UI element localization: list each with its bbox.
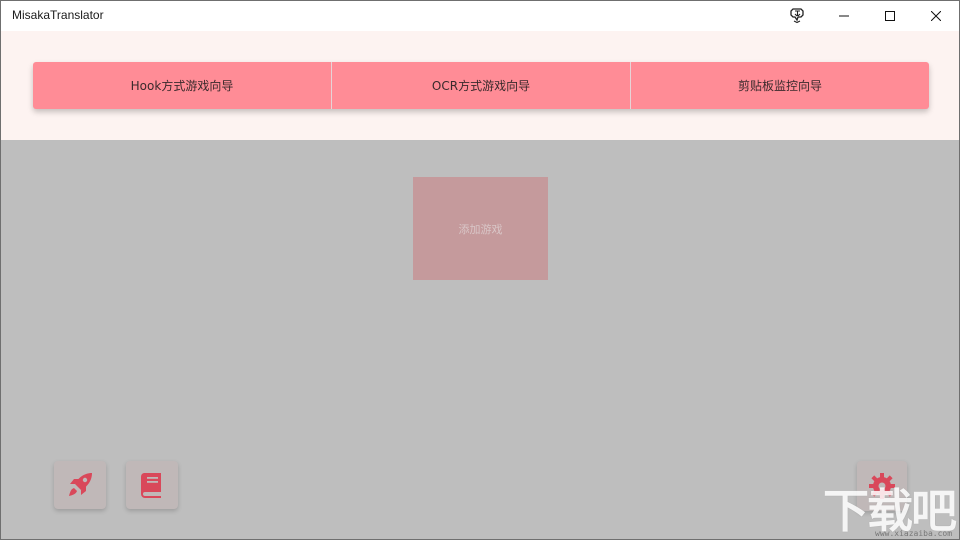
add-game-button[interactable]: 添加游戏	[413, 177, 548, 280]
launch-button[interactable]	[54, 461, 106, 509]
rocket-icon	[69, 473, 92, 496]
wizard-header: Hook方式游戏向导 OCR方式游戏向导 剪贴板监控向导	[1, 31, 959, 140]
hook-wizard-button[interactable]: Hook方式游戏向导	[33, 62, 332, 109]
game-library-area: 添加游戏	[1, 140, 959, 539]
maximize-icon	[885, 11, 895, 21]
close-icon	[931, 11, 941, 21]
maximize-button[interactable]	[867, 1, 913, 31]
minimize-button[interactable]	[821, 1, 867, 31]
minimize-icon	[839, 15, 849, 17]
app-window: MisakaTranslator Hook方式游戏向导 OCR方式游戏向导 剪贴…	[0, 0, 960, 540]
settings-button[interactable]	[857, 461, 907, 511]
dictionary-button[interactable]	[126, 461, 178, 509]
close-button[interactable]	[913, 1, 959, 31]
ocr-wizard-button[interactable]: OCR方式游戏向导	[332, 62, 631, 109]
title-bar[interactable]: MisakaTranslator	[1, 1, 959, 31]
clipboard-wizard-button[interactable]: 剪贴板监控向导	[631, 62, 929, 109]
book-icon	[140, 473, 161, 498]
wizard-button-group: Hook方式游戏向导 OCR方式游戏向导 剪贴板监控向导	[33, 62, 929, 109]
translate-icon[interactable]	[775, 1, 821, 31]
gear-icon	[869, 473, 895, 499]
add-game-label: 添加游戏	[458, 222, 503, 236]
window-title: MisakaTranslator	[12, 8, 104, 22]
